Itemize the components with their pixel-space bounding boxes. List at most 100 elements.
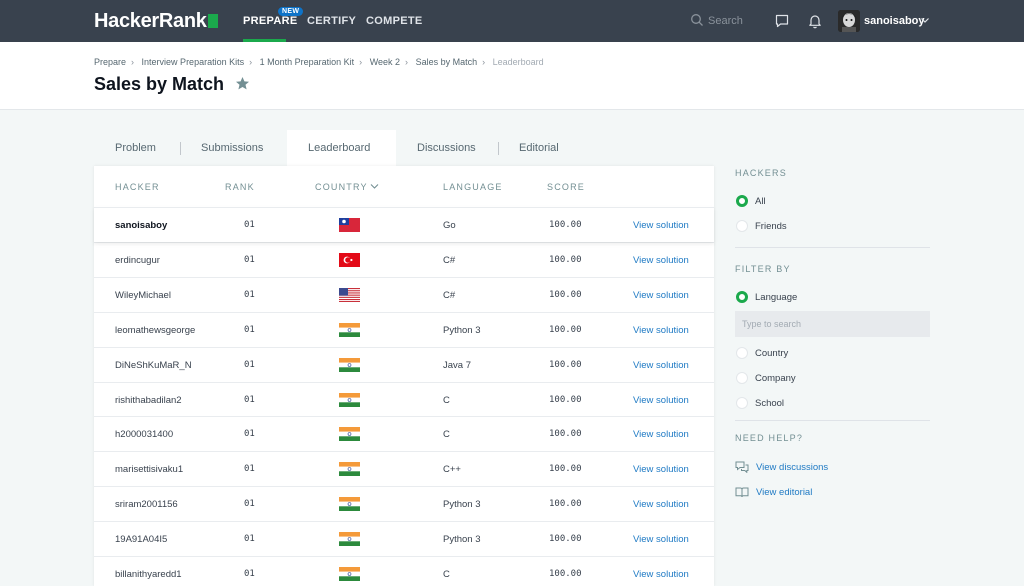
breadcrumb-item[interactable]: 1 Month Preparation Kit [260, 57, 355, 67]
table-row: WileyMichael 01 C# 100.00 View solution [94, 276, 714, 312]
view-solution-link[interactable]: View solution [633, 360, 689, 371]
hacker-name[interactable]: erdincugur [115, 255, 160, 266]
country-flag-icon [339, 497, 360, 512]
hacker-name[interactable]: sanoisaboy [115, 220, 167, 231]
tab-editorial[interactable]: Editorial [519, 142, 559, 154]
hacker-name[interactable]: h2000031400 [115, 429, 173, 440]
language-cell: Java 7 [443, 359, 471, 371]
radio-company-label[interactable]: Company [755, 373, 796, 384]
country-flag-icon [339, 427, 360, 442]
column-header-country[interactable]: COUNTRY [315, 182, 379, 192]
chevron-down-icon [370, 184, 379, 189]
nav-prepare[interactable]: PREPARE [243, 15, 297, 27]
tab-discussions[interactable]: Discussions [417, 142, 476, 154]
view-discussions-link[interactable]: View discussions [756, 462, 828, 473]
breadcrumb-item[interactable]: Sales by Match [416, 57, 478, 67]
view-solution-link[interactable]: View solution [633, 325, 689, 336]
breadcrumb-item[interactable]: Week 2 [370, 57, 400, 67]
language-cell: Python 3 [443, 499, 481, 511]
country-flag-icon [339, 462, 360, 477]
nav-certify[interactable]: CERTIFY [307, 15, 356, 27]
need-help-heading: NEED HELP? [735, 433, 804, 443]
chevron-down-icon[interactable] [920, 15, 930, 25]
country-flag-icon [339, 287, 360, 302]
page-title: Sales by Match [94, 74, 225, 94]
score-cell: 100.00 [549, 499, 582, 510]
rank-cell: 01 [244, 394, 255, 405]
column-header-hacker: HACKER [115, 182, 160, 192]
hacker-name[interactable]: DiNeShKuMaR_N [115, 360, 192, 371]
score-cell: 100.00 [549, 429, 582, 440]
view-solution-link[interactable]: View solution [633, 255, 689, 266]
country-flag-icon [339, 252, 360, 267]
language-cell: C [443, 394, 450, 406]
language-cell: Go [443, 220, 456, 231]
tab-divider [180, 142, 181, 155]
radio-company[interactable] [736, 372, 748, 384]
radio-school[interactable] [736, 397, 748, 409]
search-input[interactable] [708, 13, 756, 29]
view-solution-link[interactable]: View solution [633, 534, 689, 545]
language-cell: C++ [443, 464, 461, 476]
score-cell: 100.00 [549, 359, 582, 370]
score-cell: 100.00 [549, 254, 582, 265]
view-solution-link[interactable]: View solution [633, 464, 689, 475]
table-row: sriram2001156 01 Python 3 100.00 View soluti… [94, 486, 714, 521]
chevron-right-icon: › [405, 57, 409, 67]
nav-compete[interactable]: COMPETE [366, 15, 423, 27]
hacker-name[interactable]: rishithabadilan2 [115, 395, 182, 406]
view-solution-link[interactable]: View solution [633, 499, 689, 510]
view-solution-link[interactable]: View solution [633, 220, 689, 231]
breadcrumb: Prepare › Interview Preparation Kits › 1 M… [94, 57, 544, 67]
view-solution-link[interactable]: View solution [633, 429, 689, 440]
column-header-language: LANGUAGE [443, 182, 503, 192]
radio-language[interactable] [736, 291, 748, 303]
table-row: erdincugur 01 C# 100.00 View solution [94, 241, 714, 277]
rank-cell: 01 [244, 220, 255, 230]
hacker-name[interactable]: sriram2001156 [115, 499, 178, 510]
sidebar-divider [735, 247, 930, 248]
hacker-name[interactable]: 19A91A04I5 [115, 534, 167, 545]
hacker-name[interactable]: marisettisivaku1 [115, 464, 183, 475]
country-flag-icon [339, 357, 360, 372]
tab-problem[interactable]: Problem [115, 142, 156, 154]
radio-friends-label[interactable]: Friends [755, 221, 787, 232]
radio-country[interactable] [736, 347, 748, 359]
nav-username[interactable]: sanoisaboy [864, 15, 925, 27]
language-cell: C [443, 429, 450, 441]
filter-search-input[interactable] [735, 311, 930, 337]
star-icon[interactable] [235, 76, 250, 91]
search-box[interactable] [690, 13, 756, 29]
language-cell: C [443, 569, 450, 580]
radio-all-label[interactable]: All [755, 196, 766, 207]
hacker-name[interactable]: billanithyaredd1 [115, 569, 182, 580]
breadcrumb-item[interactable]: Interview Preparation Kits [142, 57, 245, 67]
view-solution-link[interactable]: View solution [633, 569, 689, 580]
chevron-right-icon: › [482, 57, 486, 67]
view-solution-link[interactable]: View solution [633, 290, 689, 301]
tab-leaderboard[interactable]: Leaderboard [308, 142, 370, 154]
breadcrumb-item[interactable]: Prepare [94, 57, 126, 67]
radio-all[interactable] [736, 195, 748, 207]
tab-submissions[interactable]: Submissions [201, 142, 263, 154]
notifications-bell-icon[interactable] [807, 13, 823, 29]
messages-icon[interactable] [774, 13, 790, 29]
view-solution-link[interactable]: View solution [633, 395, 689, 406]
radio-friends[interactable] [736, 220, 748, 232]
avatar[interactable] [838, 10, 860, 32]
language-cell: Python 3 [443, 534, 481, 546]
language-cell: Python 3 [443, 324, 481, 336]
table-row: marisettisivaku1 01 C++ 100.00 View solution [94, 451, 714, 486]
hackerrank-logo[interactable]: HackerRank [94, 10, 218, 33]
radio-country-label[interactable]: Country [755, 348, 788, 359]
radio-school-label[interactable]: School [755, 398, 784, 409]
hacker-name[interactable]: leomathewsgeorge [115, 325, 195, 336]
hacker-name[interactable]: WileyMichael [115, 290, 171, 301]
radio-language-label[interactable]: Language [755, 292, 797, 303]
language-cell: C# [443, 289, 456, 301]
view-editorial-link[interactable]: View editorial [756, 487, 812, 498]
country-flag-icon [339, 218, 360, 232]
hackers-heading: HACKERS [735, 168, 787, 178]
rank-cell: 01 [244, 464, 255, 475]
filter-by-heading: FILTER BY [735, 264, 791, 274]
